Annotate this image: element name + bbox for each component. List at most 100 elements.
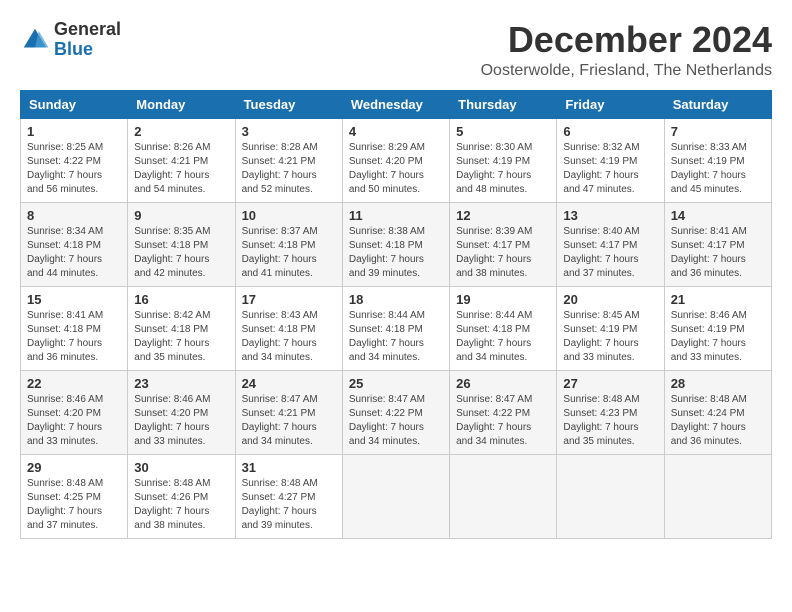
day-number: 17	[242, 292, 336, 307]
day-info: Sunrise: 8:46 AMSunset: 4:20 PMDaylight:…	[134, 393, 228, 449]
calendar-cell: 22 Sunrise: 8:46 AMSunset: 4:20 PMDayligh…	[21, 370, 128, 454]
day-number: 24	[242, 376, 336, 391]
day-number: 11	[349, 208, 443, 223]
calendar-cell	[664, 454, 771, 538]
day-of-week-friday: Friday	[557, 90, 664, 118]
day-info: Sunrise: 8:41 AMSunset: 4:18 PMDaylight:…	[27, 309, 121, 365]
day-info: Sunrise: 8:32 AMSunset: 4:19 PMDaylight:…	[563, 141, 657, 197]
day-number: 8	[27, 208, 121, 223]
location: Oosterwolde, Friesland, The Netherlands	[481, 62, 772, 80]
calendar-cell: 20 Sunrise: 8:45 AMSunset: 4:19 PMDayligh…	[557, 286, 664, 370]
calendar-cell: 30Sunrise: 8:48 AMSunset: 4:26 PMDayligh…	[128, 454, 235, 538]
month-title: December 2024	[481, 20, 772, 60]
day-info: Sunrise: 8:48 AMSunset: 4:25 PMDaylight:…	[27, 477, 121, 533]
calendar-cell: 31 Sunrise: 8:48 AMSunset: 4:27 PMDayligh…	[235, 454, 342, 538]
day-number: 2	[134, 124, 228, 139]
day-number: 4	[349, 124, 443, 139]
calendar-cell	[342, 454, 449, 538]
calendar-cell: 16 Sunrise: 8:42 AMSunset: 4:18 PMDayligh…	[128, 286, 235, 370]
day-number: 23	[134, 376, 228, 391]
calendar-cell: 28 Sunrise: 8:48 AMSunset: 4:24 PMDayligh…	[664, 370, 771, 454]
day-info: Sunrise: 8:39 AMSunset: 4:17 PMDaylight:…	[456, 225, 550, 281]
day-number: 3	[242, 124, 336, 139]
logo-blue: Blue	[54, 39, 93, 59]
calendar-cell: 11Sunrise: 8:38 AMSunset: 4:18 PMDayligh…	[342, 202, 449, 286]
day-number: 18	[349, 292, 443, 307]
day-info: Sunrise: 8:44 AMSunset: 4:18 PMDaylight:…	[456, 309, 550, 365]
day-info: Sunrise: 8:46 AMSunset: 4:20 PMDaylight:…	[27, 393, 121, 449]
calendar-week-2: 8 Sunrise: 8:34 AMSunset: 4:18 PMDaylight…	[21, 202, 772, 286]
calendar-cell: 4 Sunrise: 8:29 AMSunset: 4:20 PMDaylight…	[342, 118, 449, 202]
calendar-cell: 2Sunrise: 8:26 AMSunset: 4:21 PMDaylight…	[128, 118, 235, 202]
calendar-cell: 10 Sunrise: 8:37 AMSunset: 4:18 PMDayligh…	[235, 202, 342, 286]
calendar-cell: 29 Sunrise: 8:48 AMSunset: 4:25 PMDayligh…	[21, 454, 128, 538]
day-number: 30	[134, 460, 228, 475]
calendar-cell: 3 Sunrise: 8:28 AMSunset: 4:21 PMDaylight…	[235, 118, 342, 202]
day-of-week-saturday: Saturday	[664, 90, 771, 118]
calendar-cell	[450, 454, 557, 538]
calendar-cell: 6 Sunrise: 8:32 AMSunset: 4:19 PMDaylight…	[557, 118, 664, 202]
day-info: Sunrise: 8:44 AMSunset: 4:18 PMDaylight:…	[349, 309, 443, 365]
calendar-table: SundayMondayTuesdayWednesdayThursdayFrid…	[20, 90, 772, 539]
day-info: Sunrise: 8:47 AMSunset: 4:22 PMDaylight:…	[349, 393, 443, 449]
day-of-week-wednesday: Wednesday	[342, 90, 449, 118]
day-info: Sunrise: 8:47 AMSunset: 4:22 PMDaylight:…	[456, 393, 550, 449]
calendar-cell: 1 Sunrise: 8:25 AMSunset: 4:22 PMDaylight…	[21, 118, 128, 202]
day-number: 25	[349, 376, 443, 391]
day-number: 9	[134, 208, 228, 223]
calendar-cell: 24 Sunrise: 8:47 AMSunset: 4:21 PMDayligh…	[235, 370, 342, 454]
day-number: 7	[671, 124, 765, 139]
day-info: Sunrise: 8:48 AMSunset: 4:24 PMDaylight:…	[671, 393, 765, 449]
day-number: 31	[242, 460, 336, 475]
calendar-week-4: 22 Sunrise: 8:46 AMSunset: 4:20 PMDayligh…	[21, 370, 772, 454]
calendar-cell: 21 Sunrise: 8:46 AMSunset: 4:19 PMDayligh…	[664, 286, 771, 370]
day-number: 22	[27, 376, 121, 391]
day-number: 21	[671, 292, 765, 307]
day-info: Sunrise: 8:45 AMSunset: 4:19 PMDaylight:…	[563, 309, 657, 365]
day-info: Sunrise: 8:41 AMSunset: 4:17 PMDaylight:…	[671, 225, 765, 281]
day-of-week-tuesday: Tuesday	[235, 90, 342, 118]
day-info: Sunrise: 8:34 AMSunset: 4:18 PMDaylight:…	[27, 225, 121, 281]
day-info: Sunrise: 8:46 AMSunset: 4:19 PMDaylight:…	[671, 309, 765, 365]
title-block: December 2024 Oosterwolde, Friesland, Th…	[481, 20, 772, 80]
calendar-cell: 27Sunrise: 8:48 AMSunset: 4:23 PMDayligh…	[557, 370, 664, 454]
calendar-header-row: SundayMondayTuesdayWednesdayThursdayFrid…	[21, 90, 772, 118]
calendar-cell: 23 Sunrise: 8:46 AMSunset: 4:20 PMDayligh…	[128, 370, 235, 454]
day-info: Sunrise: 8:28 AMSunset: 4:21 PMDaylight:…	[242, 141, 336, 197]
day-info: Sunrise: 8:47 AMSunset: 4:21 PMDaylight:…	[242, 393, 336, 449]
page-header: General Blue December 2024 Oosterwolde, …	[20, 20, 772, 80]
day-number: 28	[671, 376, 765, 391]
day-number: 12	[456, 208, 550, 223]
day-number: 14	[671, 208, 765, 223]
day-number: 10	[242, 208, 336, 223]
day-info: Sunrise: 8:48 AMSunset: 4:27 PMDaylight:…	[242, 477, 336, 533]
calendar-cell: 18 Sunrise: 8:44 AMSunset: 4:18 PMDayligh…	[342, 286, 449, 370]
day-number: 26	[456, 376, 550, 391]
calendar-cell: 25 Sunrise: 8:47 AMSunset: 4:22 PMDayligh…	[342, 370, 449, 454]
day-number: 16	[134, 292, 228, 307]
calendar-cell: 19 Sunrise: 8:44 AMSunset: 4:18 PMDayligh…	[450, 286, 557, 370]
day-info: Sunrise: 8:42 AMSunset: 4:18 PMDaylight:…	[134, 309, 228, 365]
day-info: Sunrise: 8:37 AMSunset: 4:18 PMDaylight:…	[242, 225, 336, 281]
calendar-cell: 13Sunrise: 8:40 AMSunset: 4:17 PMDayligh…	[557, 202, 664, 286]
day-number: 20	[563, 292, 657, 307]
calendar-cell: 12 Sunrise: 8:39 AMSunset: 4:17 PMDayligh…	[450, 202, 557, 286]
logo-icon	[20, 25, 50, 55]
day-info: Sunrise: 8:35 AMSunset: 4:18 PMDaylight:…	[134, 225, 228, 281]
day-info: Sunrise: 8:29 AMSunset: 4:20 PMDaylight:…	[349, 141, 443, 197]
day-number: 1	[27, 124, 121, 139]
day-of-week-thursday: Thursday	[450, 90, 557, 118]
day-number: 15	[27, 292, 121, 307]
day-info: Sunrise: 8:33 AMSunset: 4:19 PMDaylight:…	[671, 141, 765, 197]
calendar-cell: 8 Sunrise: 8:34 AMSunset: 4:18 PMDaylight…	[21, 202, 128, 286]
day-info: Sunrise: 8:30 AMSunset: 4:19 PMDaylight:…	[456, 141, 550, 197]
day-of-week-sunday: Sunday	[21, 90, 128, 118]
day-number: 6	[563, 124, 657, 139]
day-info: Sunrise: 8:43 AMSunset: 4:18 PMDaylight:…	[242, 309, 336, 365]
calendar-week-1: 1 Sunrise: 8:25 AMSunset: 4:22 PMDaylight…	[21, 118, 772, 202]
logo-general: General	[54, 19, 121, 39]
day-info: Sunrise: 8:25 AMSunset: 4:22 PMDaylight:…	[27, 141, 121, 197]
day-info: Sunrise: 8:40 AMSunset: 4:17 PMDaylight:…	[563, 225, 657, 281]
day-number: 19	[456, 292, 550, 307]
day-number: 29	[27, 460, 121, 475]
